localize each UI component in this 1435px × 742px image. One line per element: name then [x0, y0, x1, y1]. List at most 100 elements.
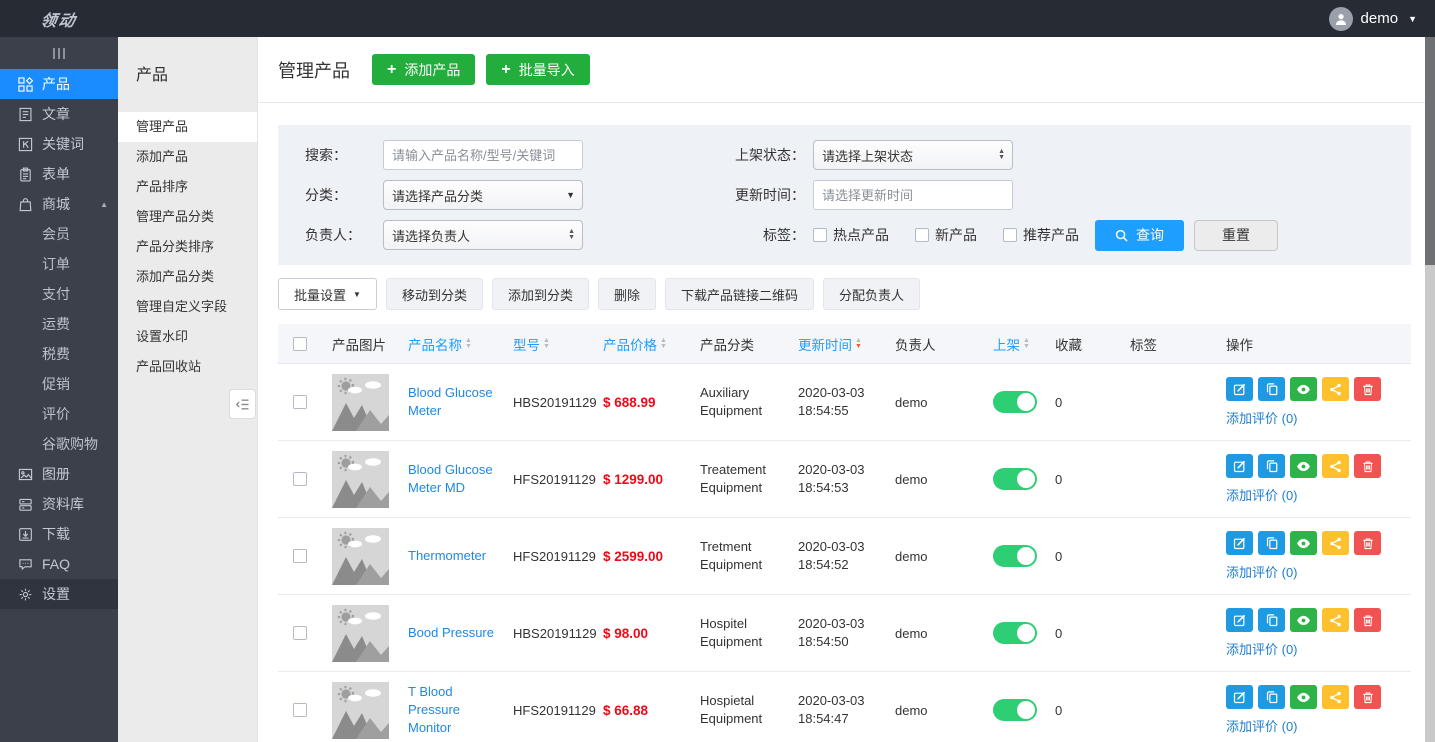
sidebar-item-gallery[interactable]: 图册 [0, 459, 118, 489]
sidebar-subitem-reviews[interactable]: 评价 [0, 399, 118, 429]
row-share-button[interactable] [1322, 377, 1349, 401]
submenu-item-custom-fields[interactable]: 管理自定义字段 [118, 292, 257, 322]
row-preview-button[interactable] [1290, 685, 1317, 709]
sidebar-subitem-tax[interactable]: 税费 [0, 339, 118, 369]
row-edit-button[interactable] [1226, 454, 1253, 478]
bulk-add-to-category-button[interactable]: 添加到分类 [492, 278, 589, 310]
search-input[interactable] [383, 140, 583, 170]
row-checkbox[interactable] [293, 472, 307, 486]
sidebar-subitem-orders[interactable]: 订单 [0, 249, 118, 279]
sidebar-subitem-members[interactable]: 会员 [0, 219, 118, 249]
submenu-item-watermark[interactable]: 设置水印 [118, 322, 257, 352]
scrollbar-thumb[interactable] [1425, 37, 1435, 265]
product-image[interactable] [332, 528, 389, 585]
add-review-link[interactable]: 添加评价 (0) [1226, 716, 1381, 735]
submenu-item-add-product[interactable]: 添加产品 [118, 142, 257, 172]
sidebar-subitem-google-shopping[interactable]: 谷歌购物 [0, 429, 118, 459]
th-price[interactable]: 产品价格 ▲▼ [595, 334, 692, 354]
row-checkbox[interactable] [293, 626, 307, 640]
row-edit-button[interactable] [1226, 377, 1253, 401]
row-copy-button[interactable] [1258, 454, 1285, 478]
on-shelf-toggle[interactable] [993, 468, 1037, 490]
query-button[interactable]: 查询 [1095, 220, 1184, 251]
row-share-button[interactable] [1322, 531, 1349, 555]
tag-check-recommended[interactable]: 推荐产品 [1003, 225, 1079, 245]
sidebar-item-products[interactable]: 产品 [0, 69, 118, 99]
submenu-item-add-category[interactable]: 添加产品分类 [118, 262, 257, 292]
row-delete-button[interactable] [1354, 608, 1381, 632]
on-shelf-toggle[interactable] [993, 699, 1037, 721]
product-name-link[interactable]: Bood Pressure [408, 624, 494, 642]
add-review-link[interactable]: 添加评价 (0) [1226, 639, 1381, 658]
sidebar-item-mall[interactable]: 商城 ▲ [0, 189, 118, 219]
row-preview-button[interactable] [1290, 454, 1317, 478]
product-name-link[interactable]: Blood Glucose Meter [408, 384, 497, 420]
tag-check-new[interactable]: 新产品 [915, 225, 977, 245]
row-delete-button[interactable] [1354, 531, 1381, 555]
product-image[interactable] [332, 605, 389, 662]
reset-button[interactable]: 重置 [1194, 220, 1278, 251]
sidebar-item-keywords[interactable]: 关键词 [0, 129, 118, 159]
submenu-item-product-sort[interactable]: 产品排序 [118, 172, 257, 202]
tag-check-hot[interactable]: 热点产品 [813, 225, 889, 245]
sidebar-subitem-payment[interactable]: 支付 [0, 279, 118, 309]
row-checkbox[interactable] [293, 703, 307, 717]
row-copy-button[interactable] [1258, 685, 1285, 709]
th-on-shelf[interactable]: 上架 ▲▼ [985, 334, 1047, 354]
bulk-assign-owner-button[interactable]: 分配负责人 [823, 278, 920, 310]
add-product-button[interactable]: + 添加产品 [372, 54, 475, 85]
status-select[interactable]: 请选择上架状态 ▲▼ [813, 140, 1013, 170]
row-preview-button[interactable] [1290, 531, 1317, 555]
th-model[interactable]: 型号 ▲▼ [505, 334, 595, 354]
row-preview-button[interactable] [1290, 377, 1317, 401]
bulk-move-to-category-button[interactable]: 移动到分类 [386, 278, 483, 310]
th-product-name[interactable]: 产品名称 ▲▼ [400, 334, 505, 354]
update-time-input[interactable] [813, 180, 1013, 210]
submenu-item-category-sort[interactable]: 产品分类排序 [118, 232, 257, 262]
row-delete-button[interactable] [1354, 454, 1381, 478]
row-delete-button[interactable] [1354, 685, 1381, 709]
sidebar-subitem-promotion[interactable]: 促销 [0, 369, 118, 399]
owner-select[interactable]: 请选择负责人 ▲▼ [383, 220, 583, 250]
row-share-button[interactable] [1322, 685, 1349, 709]
row-share-button[interactable] [1322, 608, 1349, 632]
tag-checkbox-recommended[interactable] [1003, 228, 1017, 242]
row-delete-button[interactable] [1354, 377, 1381, 401]
row-share-button[interactable] [1322, 454, 1349, 478]
sidebar-item-forms[interactable]: 表单 [0, 159, 118, 189]
product-image[interactable] [332, 682, 389, 739]
add-review-link[interactable]: 添加评价 (0) [1226, 562, 1381, 581]
add-review-link[interactable]: 添加评价 (0) [1226, 408, 1381, 427]
row-preview-button[interactable] [1290, 608, 1317, 632]
product-image[interactable] [332, 451, 389, 508]
product-name-link[interactable]: T Blood Pressure Monitor [408, 683, 497, 737]
sidebar-item-library[interactable]: 资料库 [0, 489, 118, 519]
row-copy-button[interactable] [1258, 531, 1285, 555]
row-checkbox[interactable] [293, 395, 307, 409]
user-menu[interactable]: demo ▼ [1329, 7, 1435, 31]
on-shelf-toggle[interactable] [993, 391, 1037, 413]
on-shelf-toggle[interactable] [993, 622, 1037, 644]
product-name-link[interactable]: Thermometer [408, 547, 486, 565]
bulk-delete-button[interactable]: 删除 [598, 278, 656, 310]
sidebar-subitem-shipping[interactable]: 运费 [0, 309, 118, 339]
sidebar-item-settings[interactable]: 设置 [0, 579, 118, 609]
product-image[interactable] [332, 374, 389, 431]
category-select[interactable]: 请选择产品分类 ▼ [383, 180, 583, 210]
submenu-collapse-button[interactable] [229, 389, 256, 419]
submenu-item-recycle-bin[interactable]: 产品回收站 [118, 352, 257, 382]
submenu-item-manage-categories[interactable]: 管理产品分类 [118, 202, 257, 232]
row-copy-button[interactable] [1258, 377, 1285, 401]
sidebar-item-downloads[interactable]: 下载 [0, 519, 118, 549]
tag-checkbox-hot[interactable] [813, 228, 827, 242]
row-edit-button[interactable] [1226, 608, 1253, 632]
bulk-import-button[interactable]: + 批量导入 [486, 54, 589, 85]
sidebar-item-faq[interactable]: FAQ [0, 549, 118, 579]
th-updated[interactable]: 更新时间 ▲▼ [790, 334, 887, 354]
sidebar-item-articles[interactable]: 文章 [0, 99, 118, 129]
bulk-download-qrcode-button[interactable]: 下载产品链接二维码 [665, 278, 814, 310]
row-checkbox[interactable] [293, 549, 307, 563]
add-review-link[interactable]: 添加评价 (0) [1226, 485, 1381, 504]
product-name-link[interactable]: Blood Glucose Meter MD [408, 461, 497, 497]
row-edit-button[interactable] [1226, 685, 1253, 709]
